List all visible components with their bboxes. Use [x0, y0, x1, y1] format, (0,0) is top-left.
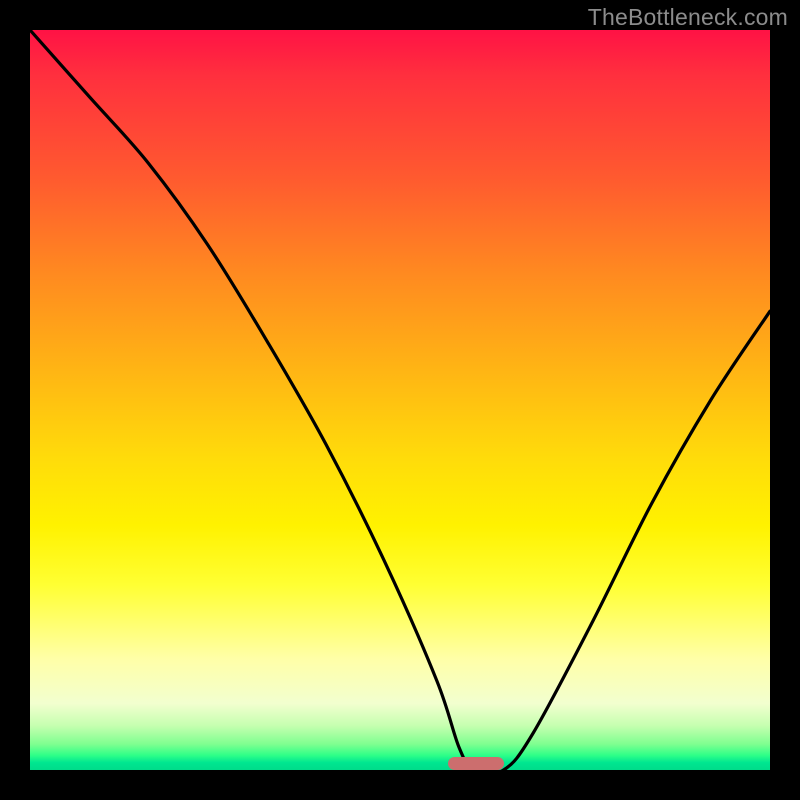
bottleneck-curve	[30, 30, 770, 770]
watermark-text: TheBottleneck.com	[588, 4, 788, 31]
chart-frame: TheBottleneck.com	[0, 0, 800, 800]
curve-path	[30, 30, 770, 770]
optimal-marker	[448, 757, 504, 770]
plot-area	[30, 30, 770, 770]
